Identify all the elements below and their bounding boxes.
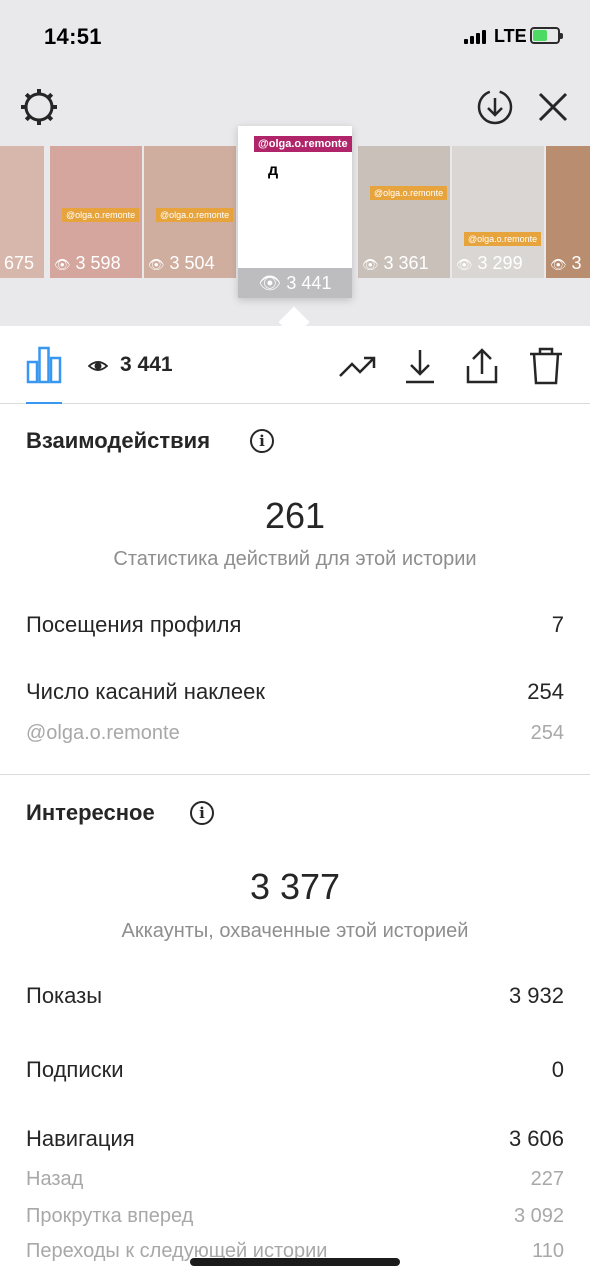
eye-icon: 👁 xyxy=(148,257,165,272)
download-circle-icon[interactable] xyxy=(476,88,514,126)
stat-value: 0 xyxy=(551,1057,564,1082)
eye-icon xyxy=(88,361,108,371)
discovery-subtitle: Аккаунты, охваченные этой историей xyxy=(121,920,469,942)
story-thumbnail[interactable]: @olga.o.remonte 👁 3 361 xyxy=(358,146,450,278)
story-thumbnail[interactable]: @olga.o.remonte 👁 3 598 xyxy=(50,146,142,278)
stat-label: Назад xyxy=(26,1168,84,1190)
story-views: 👁 3 441 xyxy=(238,268,352,298)
home-indicator[interactable] xyxy=(190,1258,400,1266)
active-tab-indicator xyxy=(26,402,62,404)
trash-icon[interactable] xyxy=(526,346,566,386)
stat-label: Подписки xyxy=(26,1057,124,1082)
stat-row: Показы 3 932 xyxy=(26,983,564,1009)
stat-subrow: Назад 227 xyxy=(26,1168,564,1191)
network-label: LTE xyxy=(494,26,527,46)
stat-value: 3 932 xyxy=(508,983,564,1008)
story-tag: @olga.o.remonte xyxy=(156,208,234,222)
stat-label: Число касаний наклеек xyxy=(26,679,265,704)
interactions-subtitle: Статистика действий для этой истории xyxy=(113,548,477,570)
info-icon[interactable]: i xyxy=(250,429,274,453)
stat-row: Посещения профиля 7 xyxy=(26,612,564,638)
discovery-total: 3 377 xyxy=(249,866,341,907)
story-views: 👁 3 361 xyxy=(362,253,429,273)
story-views: 👁 3 598 xyxy=(54,253,121,273)
stat-label: Прокрутка вперед xyxy=(26,1205,194,1227)
story-thumbnail[interactable]: 👁 3 xyxy=(546,146,590,278)
stat-row: Подписки 0 xyxy=(26,1057,564,1083)
story-tag: @olga.o.remonte xyxy=(370,186,448,200)
action-bar: 3 441 xyxy=(0,326,590,404)
interactions-title: Взаимодействия xyxy=(26,428,211,453)
stat-value: 3 092 xyxy=(513,1205,564,1227)
signal-icon xyxy=(464,30,490,44)
eye-icon: 👁 xyxy=(550,257,567,272)
info-icon[interactable]: i xyxy=(190,801,214,825)
selected-story-card[interactable]: @olga.o.remonte д 👁 3 441 xyxy=(238,126,352,298)
trend-icon[interactable] xyxy=(338,346,378,386)
interactions-total: 261 xyxy=(264,495,326,536)
eye-icon: 👁 xyxy=(456,257,473,272)
stat-label: Навигация xyxy=(26,1126,135,1151)
stat-value: 227 xyxy=(530,1168,564,1190)
discovery-title: Интересное xyxy=(26,800,155,825)
stat-row: Число касаний наклеек 254 xyxy=(26,679,564,705)
story-views: 👁 3 299 xyxy=(456,253,523,273)
story-thumbnail[interactable]: 675 xyxy=(0,146,44,278)
stat-label: Показы xyxy=(26,983,103,1008)
gear-icon[interactable] xyxy=(20,88,58,126)
story-tag: @olga.o.remonte xyxy=(254,136,352,152)
story-tag: @olga.o.remonte xyxy=(62,208,140,222)
story-text: д xyxy=(268,162,279,179)
stat-subrow: Прокрутка вперед 3 092 xyxy=(26,1205,564,1228)
story-view-count: 3 441 xyxy=(120,353,173,376)
bar-chart-icon[interactable] xyxy=(26,346,62,384)
story-views: 675 xyxy=(4,253,35,273)
stat-value: 110 xyxy=(532,1240,564,1262)
status-bar: 14:51 LTE xyxy=(0,0,590,72)
section-divider xyxy=(0,774,590,775)
status-time: 14:51 xyxy=(44,24,102,49)
battery-icon xyxy=(530,27,563,44)
stat-label: @olga.o.remonte xyxy=(26,722,180,744)
story-views: 👁 3 504 xyxy=(148,253,215,273)
stat-label: Посещения профиля xyxy=(26,612,242,637)
stat-row: Навигация 3 606 xyxy=(26,1126,564,1152)
stat-value: 3 606 xyxy=(508,1126,564,1151)
eye-icon: 👁 xyxy=(362,257,379,272)
stat-value: 254 xyxy=(527,679,564,704)
stat-value: 7 xyxy=(551,612,564,637)
story-tag: @olga.o.remonte xyxy=(464,232,542,246)
stat-subrow: @olga.o.remonte 254 xyxy=(26,722,564,745)
stat-value: 254 xyxy=(530,722,564,744)
story-views: 👁 3 xyxy=(550,253,582,273)
close-icon[interactable] xyxy=(536,90,570,124)
story-thumbnail[interactable]: @olga.o.remonte 👁 3 504 xyxy=(144,146,236,278)
eye-icon: 👁 xyxy=(54,257,71,272)
download-icon[interactable] xyxy=(400,346,440,386)
eye-icon: 👁 xyxy=(258,273,282,293)
story-thumbnail[interactable]: @olga.o.remonte 👁 3 299 xyxy=(452,146,544,278)
share-icon[interactable] xyxy=(462,346,502,386)
